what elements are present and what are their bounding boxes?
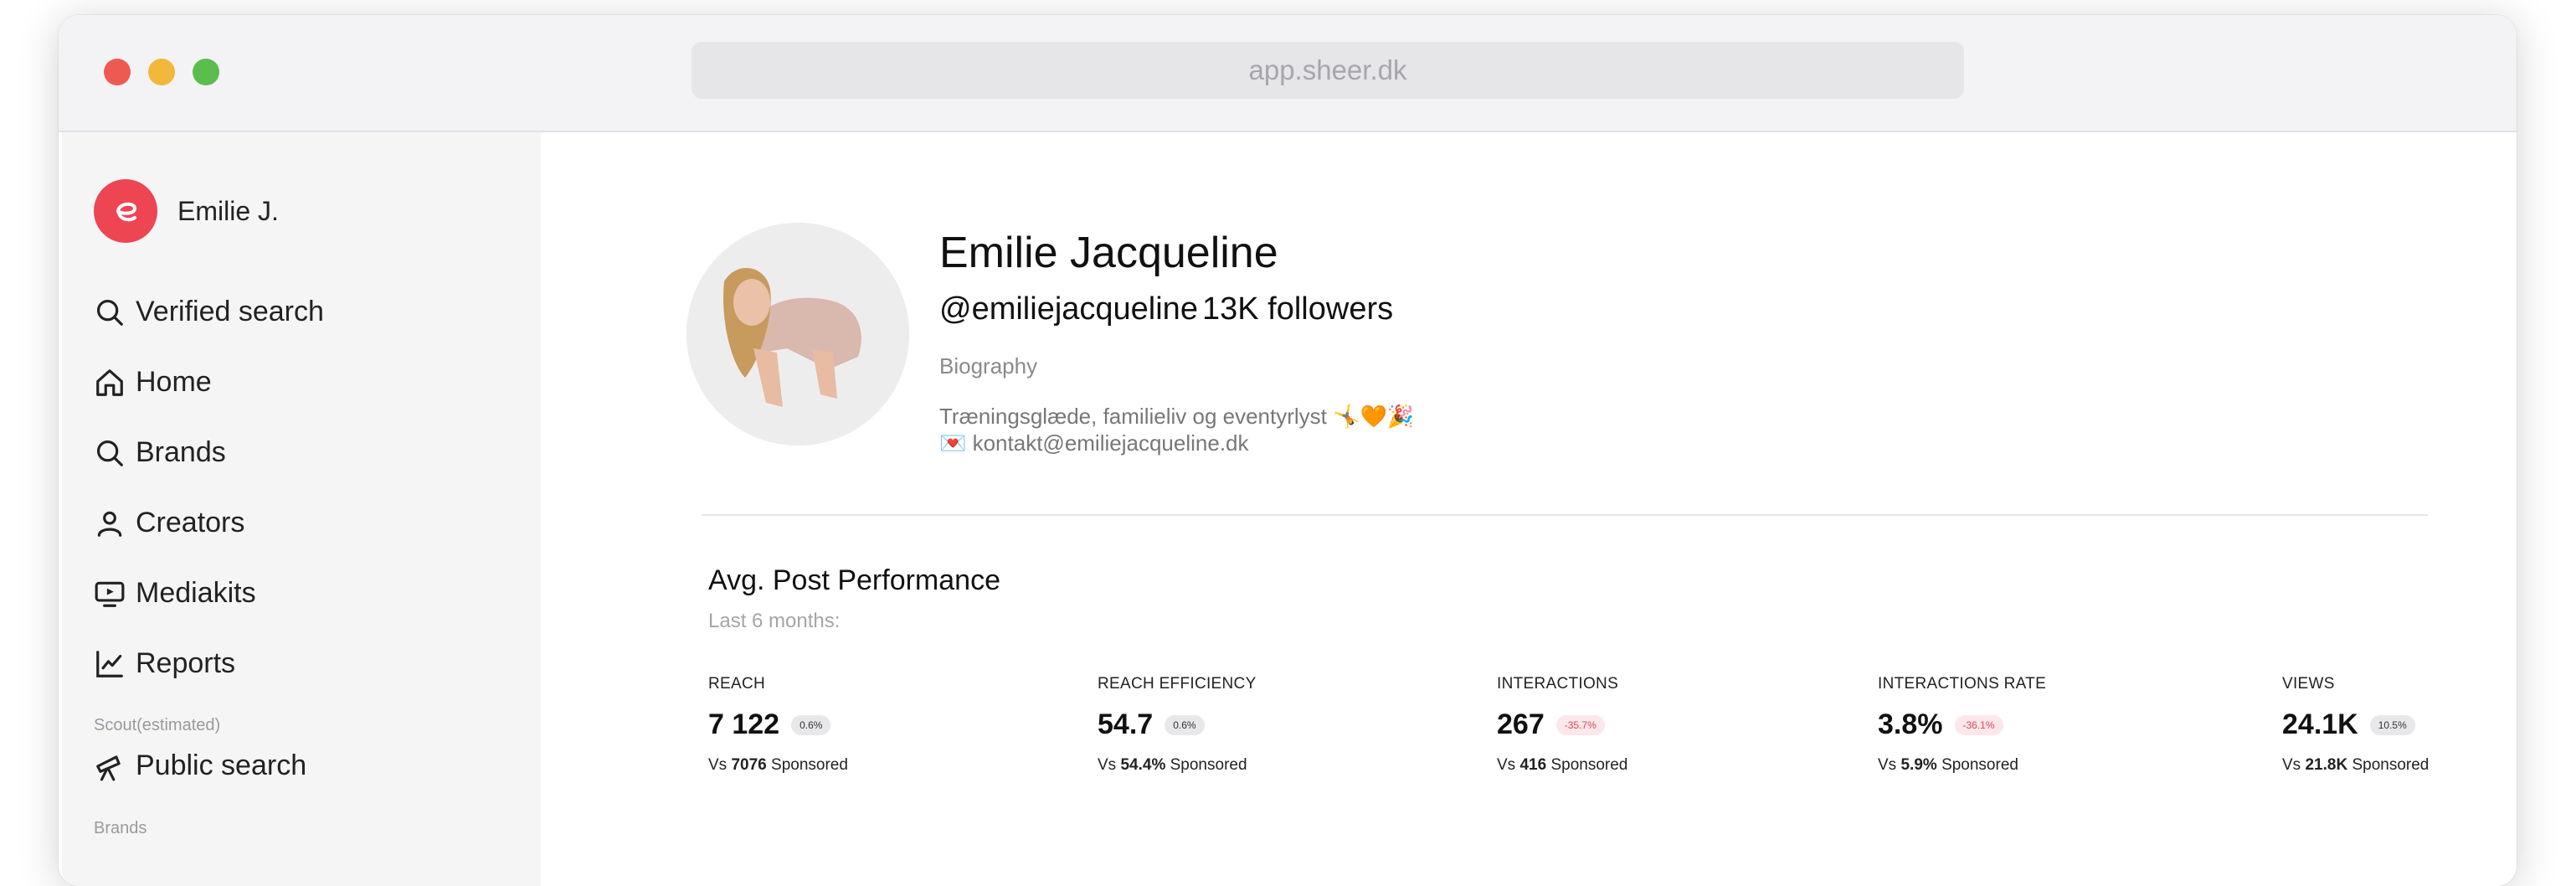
compare-value: 5.9%	[1900, 756, 1937, 774]
metric-label: REACH	[708, 675, 766, 693]
metric-reach-efficiency: REACH EFFICIENCY 54.7 0.6% Vs 54.4% Spon…	[1098, 675, 1257, 775]
minimize-window-button[interactable]	[148, 59, 175, 85]
biography-label: Biography	[939, 353, 1038, 379]
user-icon	[97, 511, 122, 537]
sidebar-item-home[interactable]: Home	[94, 366, 212, 399]
section-divider	[702, 514, 2428, 516]
metric-interactions-rate: INTERACTIONS RATE 3.8% -36.1% Vs 5.9% Sp…	[1878, 675, 2046, 775]
sidebar-item-public-search[interactable]: Public search	[94, 749, 306, 782]
section-label-brands: Brands	[94, 819, 147, 837]
metric-change-badge: 0.6%	[1165, 714, 1205, 735]
performance-subtitle: Last 6 months:	[708, 610, 841, 632]
metric-comparison: Vs 7076 Sponsored	[708, 756, 848, 775]
biography-contact: 💌 kontakt@emiliejacqueline.dk	[939, 430, 1249, 456]
metric-value: 24.1K	[2282, 708, 2358, 740]
sidebar-item-label: Mediakits	[136, 577, 256, 609]
metric-comparison: Vs 416 Sponsored	[1497, 756, 1627, 775]
user-profile-link[interactable]: Emilie J.	[94, 179, 279, 243]
metric-value: 267	[1497, 708, 1545, 740]
metric-views: VIEWS 24.1K 10.5% Vs 21.8K Sponsored	[2282, 675, 2429, 775]
metric-change-badge: -36.1%	[1954, 714, 2003, 735]
sidebar-item-label: Verified search	[136, 296, 324, 327]
close-window-button[interactable]	[104, 59, 131, 85]
performance-title: Avg. Post Performance	[708, 564, 1000, 596]
metric-label: REACH EFFICIENCY	[1098, 675, 1257, 693]
compare-prefix: Vs	[708, 756, 728, 774]
compare-prefix: Vs	[1098, 756, 1117, 774]
metric-label: INTERACTIONS RATE	[1878, 675, 2047, 693]
telescope-icon	[96, 755, 121, 780]
sidebar-item-label: Creators	[136, 507, 245, 538]
home-icon	[96, 368, 123, 396]
metric-value: 7 122	[708, 708, 780, 740]
sidebar-item-brands[interactable]: Brands	[94, 436, 226, 469]
compare-prefix: Vs	[2282, 756, 2301, 774]
browser-window: app.sheer.dk Emilie J. Verified search H…	[59, 15, 2517, 886]
compare-suffix: Sponsored	[1170, 756, 1247, 774]
profile-avatar	[686, 223, 909, 446]
compare-value: 416	[1519, 756, 1547, 774]
main-content: Emilie Jacqueline @emiliejacqueline 13K …	[541, 132, 2517, 886]
compare-suffix: Sponsored	[1941, 756, 2018, 774]
address-bar[interactable]: app.sheer.dk	[692, 42, 1964, 99]
compare-value: 54.4%	[1120, 756, 1166, 774]
search-icon	[96, 299, 123, 326]
followers-count: 13K followers	[1202, 291, 1394, 327]
compare-suffix: Sponsored	[771, 756, 848, 774]
biography-text: Træningsglæde, familieliv og eventyrlyst…	[939, 404, 1415, 429]
user-name: Emilie J.	[177, 195, 279, 226]
metric-label: VIEWS	[2282, 675, 2335, 693]
url-text: app.sheer.dk	[1248, 54, 1407, 85]
metric-interactions: INTERACTIONS 267 -35.7% Vs 416 Sponsored	[1497, 675, 1627, 775]
metric-change-badge: 10.5%	[2369, 714, 2415, 735]
metric-comparison: Vs 54.4% Sponsored	[1098, 756, 1257, 775]
sidebar-item-verified-search[interactable]: Verified search	[94, 296, 324, 328]
compare-value: 21.8K	[2305, 756, 2348, 774]
sidebar-item-label: Home	[136, 366, 212, 398]
compare-prefix: Vs	[1497, 756, 1516, 774]
metric-change-badge: -35.7%	[1555, 714, 1605, 735]
metric-value: 54.7	[1098, 708, 1154, 740]
maximize-window-button[interactable]	[193, 59, 219, 85]
browser-titlebar: app.sheer.dk	[59, 15, 2517, 132]
sidebar-item-label: Public search	[136, 749, 307, 781]
search-icon	[96, 440, 123, 466]
compare-suffix: Sponsored	[1550, 756, 1628, 774]
sidebar-item-label: Brands	[136, 436, 226, 468]
metric-label: INTERACTIONS	[1497, 675, 1619, 693]
chart-line-icon	[96, 650, 123, 677]
metric-comparison: Vs 5.9% Sponsored	[1878, 756, 2046, 775]
metric-comparison: Vs 21.8K Sponsored	[2282, 756, 2429, 775]
metric-value: 3.8%	[1878, 708, 1943, 740]
sidebar-item-mediakits[interactable]: Mediakits	[94, 577, 256, 610]
sidebar-item-creators[interactable]: Creators	[94, 507, 244, 539]
compare-prefix: Vs	[1878, 756, 1897, 774]
sidebar-item-label: Reports	[136, 647, 236, 679]
metric-change-badge: 0.6%	[791, 714, 831, 735]
sidebar: Emilie J. Verified search Home Brands Cr…	[62, 132, 541, 886]
profile-name: Emilie Jacqueline	[939, 229, 1278, 277]
play-screen-icon	[95, 581, 125, 607]
sidebar-item-reports[interactable]: Reports	[94, 647, 235, 680]
metric-reach: REACH 7 122 0.6% Vs 7076 Sponsored	[708, 675, 848, 775]
sheer-logo-icon	[94, 179, 157, 243]
compare-value: 7076	[731, 756, 767, 774]
compare-suffix: Sponsored	[2352, 756, 2429, 774]
section-label-scout: Scout(estimated)	[94, 716, 221, 734]
profile-handle: @emiliejacqueline	[939, 291, 1198, 327]
